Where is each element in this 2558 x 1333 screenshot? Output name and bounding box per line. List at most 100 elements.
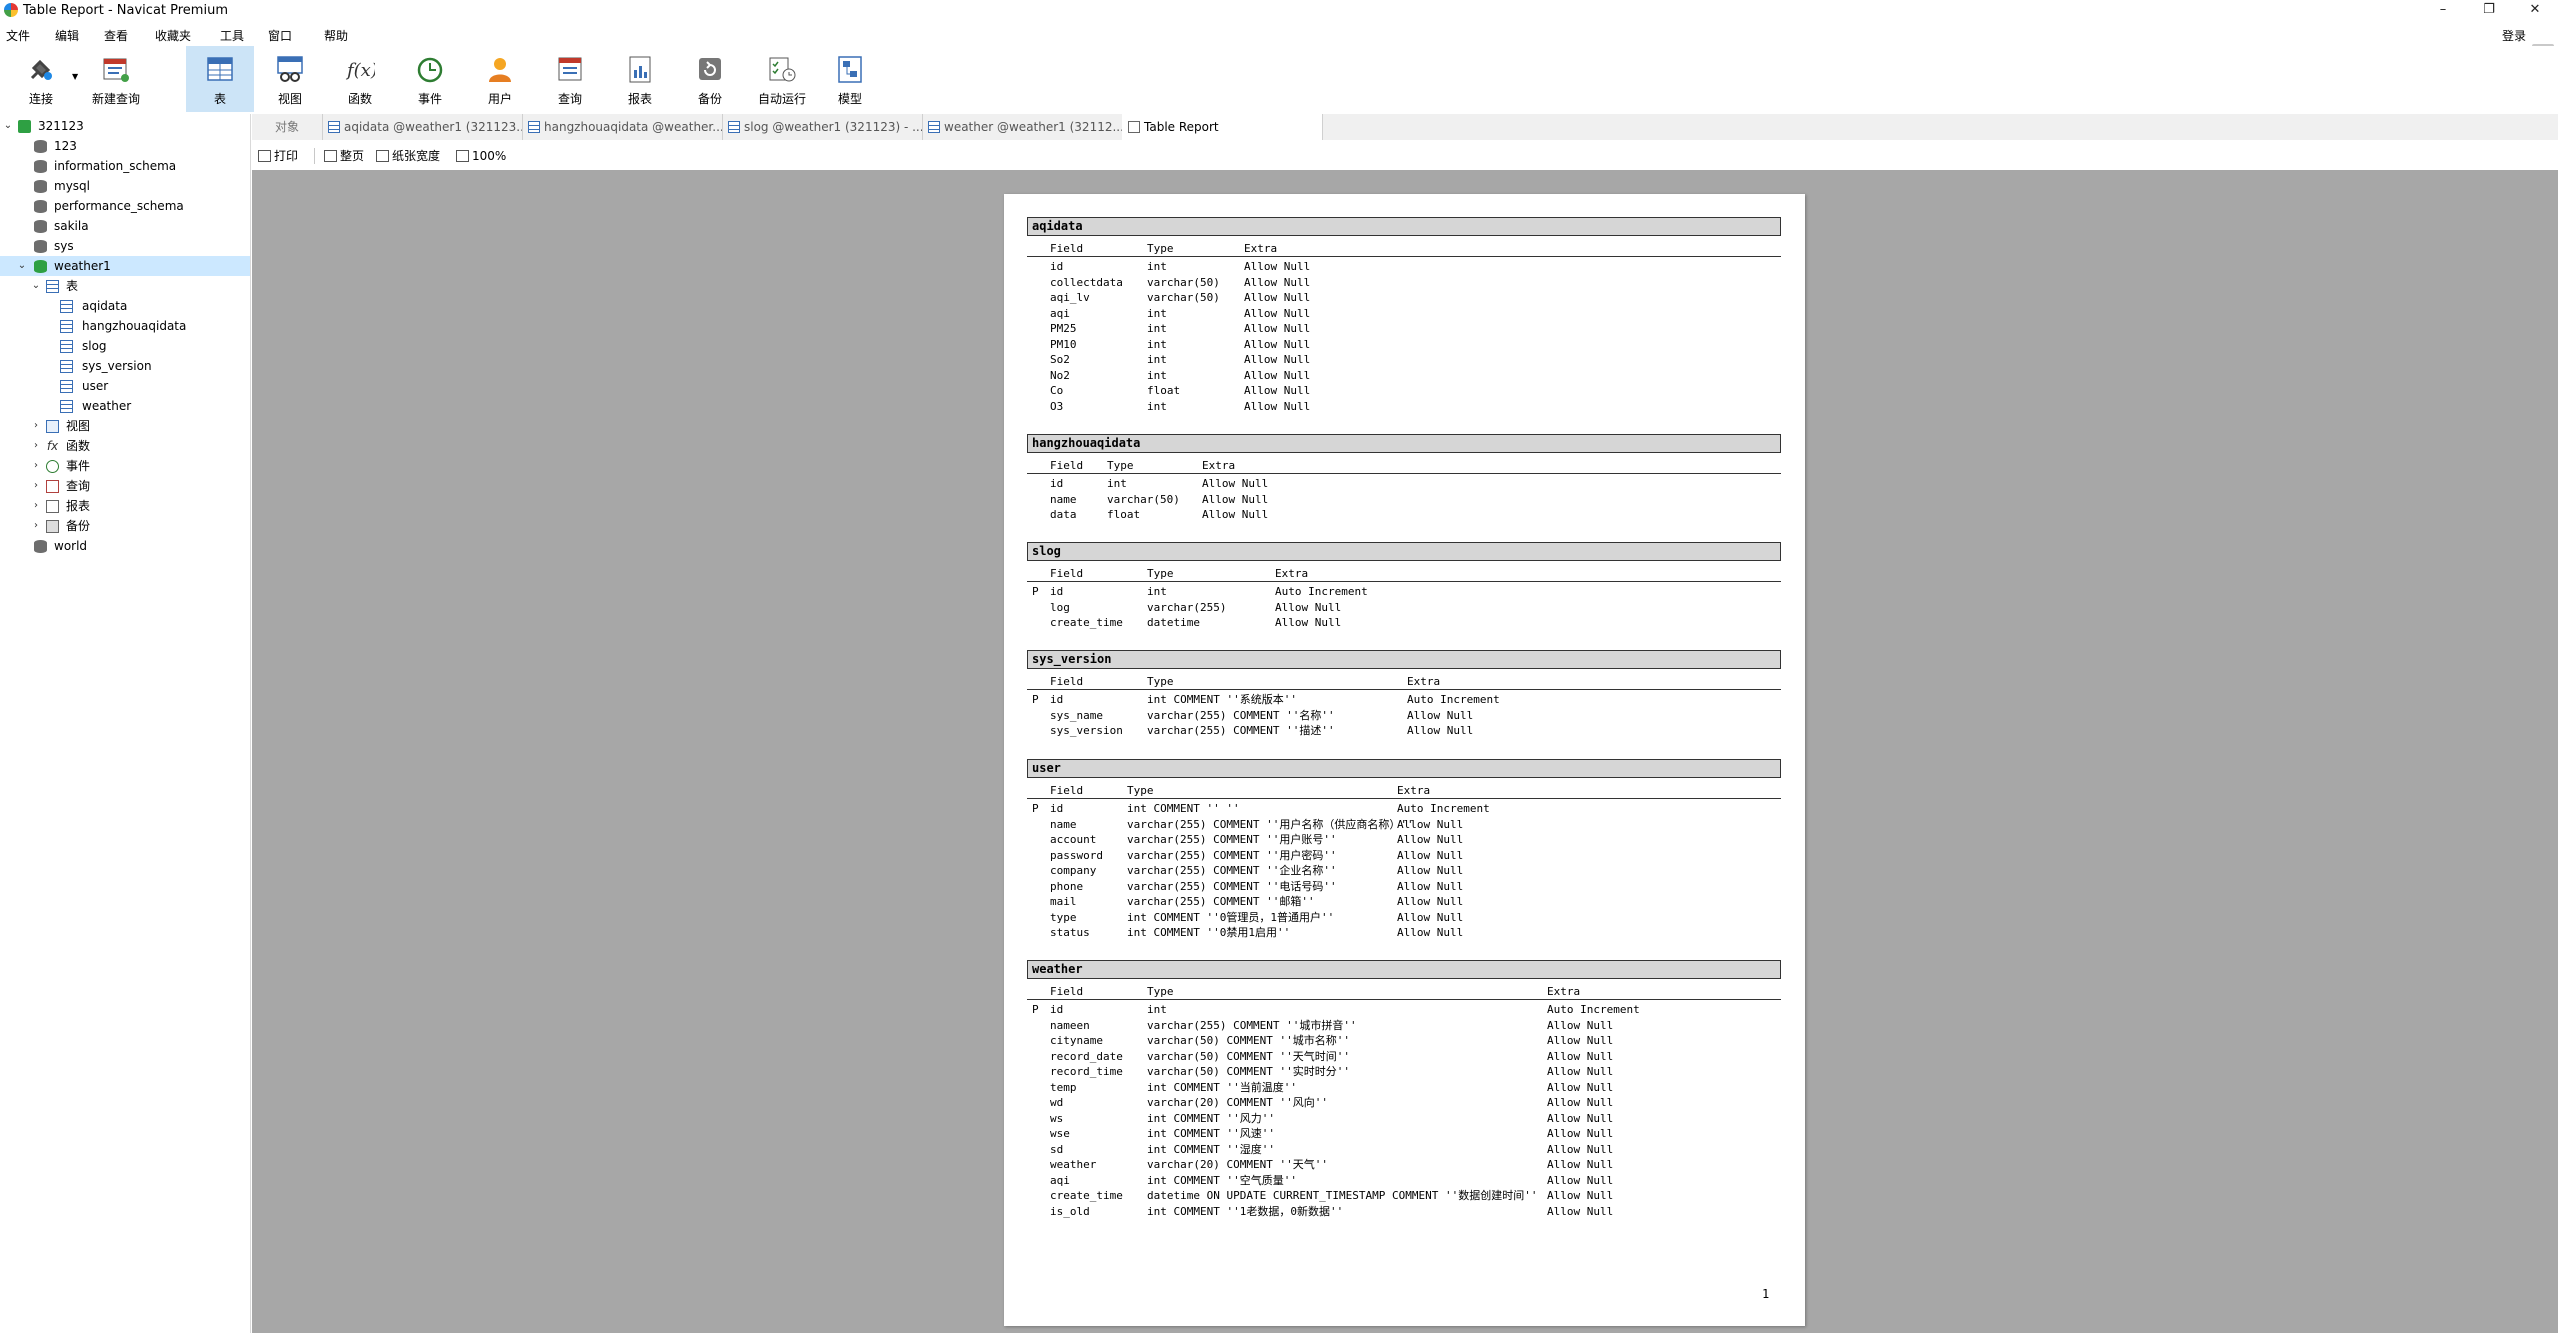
tree-folder-tables[interactable]: ⌄ 表 <box>0 276 250 296</box>
report-button[interactable]: 报表 <box>608 46 672 112</box>
expand-chevron-icon[interactable]: › <box>30 476 42 496</box>
model-button[interactable]: 模型 <box>818 46 882 112</box>
tab-slog[interactable]: slog @weather1 (321123) - ... <box>722 114 923 140</box>
report-header-rule <box>1027 473 1781 474</box>
tree-folder-queries[interactable]: › 查询 <box>0 476 250 496</box>
menu-tools[interactable]: 工具 <box>220 27 244 44</box>
tree-db-weather1[interactable]: ⌄ weather1 <box>0 256 250 276</box>
report-cell-extra: Allow Null <box>1407 724 1474 737</box>
report-cell-field: name <box>1050 817 1077 831</box>
zoom-button[interactable]: 100% <box>456 147 506 165</box>
view-label: 视图 <box>277 92 302 106</box>
view-button[interactable]: 视图 <box>258 46 322 112</box>
tree-table-hangzhouaqidata[interactable]: hangzhouaqidata <box>0 316 250 336</box>
report-column-header: Type <box>1147 242 1174 255</box>
tree-db-performance-schema[interactable]: performance_schema <box>0 196 250 216</box>
report-cell-field: id <box>1050 802 1064 815</box>
report-cell-type: int <box>1147 1003 1167 1016</box>
report-column-header: Type <box>1147 985 1174 998</box>
report-cell-extra: Allow Null <box>1547 1127 1614 1140</box>
expand-chevron-icon[interactable]: › <box>30 436 42 456</box>
tree-folder-functions[interactable]: › fx 函数 <box>0 436 250 456</box>
tree-connection-321123[interactable]: ⌄ 321123 <box>0 116 250 136</box>
tree-db-information-schema[interactable]: information_schema <box>0 156 250 176</box>
tree-table-sys-version[interactable]: sys_version <box>0 356 250 376</box>
tree-db-123[interactable]: 123 <box>0 136 250 156</box>
tab-objects[interactable]: 对象 <box>252 114 323 140</box>
report-cell-extra: Allow Null <box>1397 926 1464 939</box>
page-width-button[interactable]: 纸张宽度 <box>376 147 440 165</box>
report-cell-field: create_time <box>1050 1189 1123 1202</box>
print-button[interactable]: 打印 <box>258 147 298 165</box>
backup-icon <box>46 520 59 533</box>
expand-chevron-icon[interactable]: › <box>30 516 42 536</box>
report-cell-field: So2 <box>1050 353 1070 366</box>
report-cell-type: int <box>1147 322 1167 335</box>
menu-window[interactable]: 窗口 <box>268 27 292 44</box>
print-label: 打印 <box>274 149 299 163</box>
automation-button[interactable]: 自动运行 <box>748 46 816 112</box>
collapse-chevron-icon[interactable]: ⌄ <box>30 276 42 296</box>
report-table-title: weather <box>1027 960 1781 979</box>
minimize-button[interactable]: – <box>2420 0 2466 22</box>
menu-edit[interactable]: 编辑 <box>55 27 79 44</box>
report-cell-type: varchar(255) COMMENT ''企业名称'' <box>1127 864 1337 877</box>
report-cell-extra: Allow Null <box>1397 910 1464 924</box>
menu-favorites[interactable]: 收藏夹 <box>155 27 191 44</box>
tab-weather[interactable]: weather @weather1 (32112... <box>922 114 1123 140</box>
whole-page-button[interactable]: 整页 <box>324 147 364 165</box>
tab-hangzhouaqidata[interactable]: hangzhouaqidata @weather... <box>522 114 723 140</box>
function-button[interactable]: f(x) 函数 <box>328 46 392 112</box>
tree-db-mysql[interactable]: mysql <box>0 176 250 196</box>
report-cell-extra: Allow Null <box>1275 600 1342 614</box>
backup-button[interactable]: 备份 <box>678 46 742 112</box>
restore-button[interactable]: ❐ <box>2466 0 2512 22</box>
user-button[interactable]: 用户 <box>468 46 532 112</box>
function-icon: f(x) <box>345 60 375 81</box>
tab-table-report[interactable]: Table Report <box>1122 114 1323 140</box>
new-query-button[interactable]: 新建查询 <box>82 46 150 112</box>
tree-table-user[interactable]: user <box>0 376 250 396</box>
tree-label: 函数 <box>66 439 91 453</box>
query-button[interactable]: 查询 <box>538 46 602 112</box>
tree-table-slog[interactable]: slog <box>0 336 250 356</box>
connect-button[interactable]: ▼ 连接 <box>10 46 78 112</box>
tree-db-world[interactable]: world <box>0 536 250 556</box>
menu-help[interactable]: 帮助 <box>324 27 348 44</box>
tree-folder-reports[interactable]: › 报表 <box>0 496 250 516</box>
print-toolbar: 打印 整页 纸张宽度 100% <box>252 140 2558 170</box>
connect-dropdown-icon[interactable]: ▼ <box>72 72 78 81</box>
tree-folder-events[interactable]: › 事件 <box>0 456 250 476</box>
report-cell-extra: Allow Null <box>1244 384 1311 397</box>
report-cell-type: int COMMENT ''0管理员，1普通用户'' <box>1127 910 1335 924</box>
query-label: 查询 <box>557 92 582 106</box>
collapse-chevron-icon[interactable]: ⌄ <box>2 116 14 136</box>
expand-chevron-icon[interactable]: › <box>30 456 42 476</box>
tree-db-sys[interactable]: sys <box>0 236 250 256</box>
close-button[interactable]: ✕ <box>2512 0 2558 22</box>
expand-chevron-icon[interactable]: › <box>30 496 42 516</box>
collapse-chevron-icon[interactable]: ⌄ <box>16 256 28 276</box>
tab-aqidata[interactable]: aqidata @weather1 (321123... <box>322 114 523 140</box>
login-link[interactable]: 登录 <box>2502 27 2526 44</box>
tree-table-weather[interactable]: weather <box>0 396 250 416</box>
tree-db-sakila[interactable]: sakila <box>0 216 250 236</box>
navicat-logo-icon <box>4 3 18 17</box>
tree-folder-backups[interactable]: › 备份 <box>0 516 250 536</box>
tree-label: hangzhouaqidata <box>82 319 187 333</box>
menu-view[interactable]: 查看 <box>104 27 128 44</box>
menu-file[interactable]: 文件 <box>6 27 30 44</box>
report-cell-type: int COMMENT ''0禁用1启用'' <box>1127 926 1291 939</box>
report-cell-extra: Allow Null <box>1547 1018 1614 1032</box>
report-table-title: user <box>1027 759 1781 778</box>
report-cell-field: aqi_lv <box>1050 291 1090 304</box>
tree-folder-views[interactable]: › 视图 <box>0 416 250 436</box>
report-cell-extra: Allow Null <box>1244 291 1311 304</box>
expand-chevron-icon[interactable]: › <box>30 416 42 436</box>
tree-table-aqidata[interactable]: aqidata <box>0 296 250 316</box>
report-cell-extra: Allow Null <box>1397 864 1464 877</box>
table-button[interactable]: 表 <box>186 46 254 112</box>
report-label: 报表 <box>627 92 652 106</box>
report-column-header: Type <box>1147 675 1174 688</box>
event-button[interactable]: 事件 <box>398 46 462 112</box>
